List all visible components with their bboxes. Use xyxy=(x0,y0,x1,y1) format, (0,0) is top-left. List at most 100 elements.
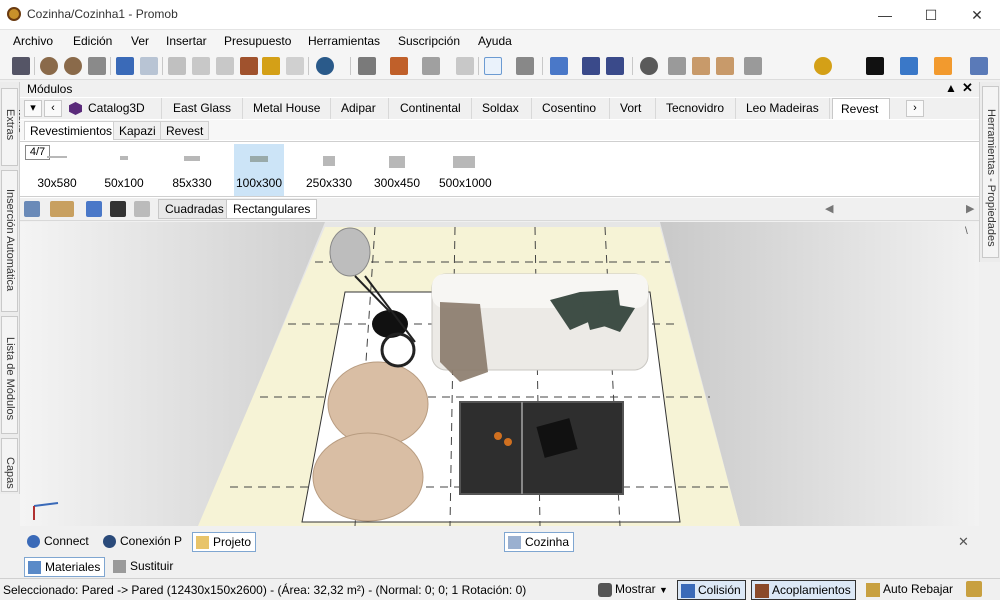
tab-herramientas-propiedades[interactable]: Herramientas - Propiedades xyxy=(982,86,999,258)
menu-herramientas[interactable]: Herramientas xyxy=(308,34,380,48)
trash-icon[interactable] xyxy=(456,57,474,75)
tab-conexion-p[interactable]: Conexión P xyxy=(100,532,186,552)
menu-presupuesto[interactable]: Presupuesto xyxy=(224,34,291,48)
tab-itens-extras[interactable]: Itens Extras xyxy=(1,88,28,166)
item-50x100[interactable]: 50x100 xyxy=(99,144,149,196)
ruler-icon[interactable] xyxy=(50,201,74,217)
view-front-icon[interactable] xyxy=(668,57,686,75)
layout-icon[interactable] xyxy=(970,57,988,75)
subtab-kapazi[interactable]: Kapazi xyxy=(113,121,162,140)
tabs-prev-icon[interactable]: ‹ xyxy=(44,100,62,117)
menu-suscripcion[interactable]: Suscripción xyxy=(398,34,460,48)
tab-insercion-automatica[interactable]: Inserción Automática xyxy=(1,170,18,312)
align-icon[interactable] xyxy=(390,57,408,75)
document-close-icon[interactable]: ✕ xyxy=(958,534,969,550)
auto-cut-icon xyxy=(866,583,880,597)
light-icon[interactable] xyxy=(814,57,832,75)
save-icon[interactable] xyxy=(12,57,30,75)
item-300x450[interactable]: 300x450 xyxy=(372,144,422,196)
binoculars-icon[interactable] xyxy=(110,201,126,217)
subtab-revestimientos[interactable]: Revestimientos xyxy=(24,121,119,140)
measure-icon[interactable] xyxy=(516,57,534,75)
tab-cosentino[interactable]: Cosentino xyxy=(534,98,610,119)
print-icon[interactable] xyxy=(88,57,106,75)
dimensions-icon[interactable] xyxy=(582,57,600,75)
tab-sustituir[interactable]: Sustituir xyxy=(110,557,177,577)
render-settings-icon[interactable] xyxy=(64,57,82,75)
delete-icon[interactable] xyxy=(286,57,304,75)
tab-rectangulares[interactable]: Rectangulares xyxy=(226,199,318,219)
maximize-icon[interactable]: ☐ xyxy=(908,0,954,30)
acoplamientos-toggle[interactable]: Acoplamientos xyxy=(751,580,856,600)
mostrar-button[interactable]: Mostrar ▼ xyxy=(595,580,672,600)
tab-cozinha[interactable]: Cozinha xyxy=(504,532,575,552)
tab-adipar[interactable]: Adipar xyxy=(333,98,389,119)
menu-ayuda[interactable]: Ayuda xyxy=(478,34,512,48)
tab-projeto[interactable]: Projeto xyxy=(192,532,257,552)
group-icon[interactable] xyxy=(358,57,376,75)
menu-insertar[interactable]: Insertar xyxy=(166,34,207,48)
selection-status: Seleccionado: Pared -> Pared (12430x150x… xyxy=(3,583,527,597)
budget-icon[interactable] xyxy=(316,57,334,75)
tab-tecnovidro[interactable]: Tecnovidro xyxy=(658,98,736,119)
paint-roller-icon[interactable] xyxy=(262,57,280,75)
subtab-revest[interactable]: Revest xyxy=(160,121,210,140)
auto-rebajar-button[interactable]: Auto Rebajar xyxy=(863,580,957,600)
tab-connect[interactable]: Connect xyxy=(24,532,93,552)
hammer-icon[interactable] xyxy=(240,57,258,75)
tab-leo-madeiras[interactable]: Leo Madeiras xyxy=(738,98,830,119)
scroll-right-icon[interactable]: ▶ xyxy=(966,202,974,215)
tab-soldax[interactable]: Soldax xyxy=(474,98,532,119)
tab-catalog3d[interactable]: Catalog3D xyxy=(64,98,162,119)
undo-icon[interactable] xyxy=(116,57,134,75)
tab-capas[interactable]: Capas xyxy=(1,438,18,492)
item-500x1000[interactable]: 500x1000 xyxy=(439,144,492,196)
menu-edicion[interactable]: Edición xyxy=(73,34,112,48)
chat-icon[interactable] xyxy=(900,57,918,75)
pin-icon[interactable]: ▲ xyxy=(945,81,957,95)
cut-icon[interactable] xyxy=(168,57,186,75)
tab-vort[interactable]: Vort xyxy=(612,98,656,119)
lock-icon[interactable] xyxy=(134,201,150,217)
tab-metal-house[interactable]: Metal House xyxy=(245,98,331,119)
paste-icon[interactable] xyxy=(216,57,234,75)
item-100x300[interactable]: 100x300 xyxy=(234,144,284,196)
select-cursor-icon[interactable] xyxy=(484,57,502,75)
item-30x580[interactable]: 30x580 xyxy=(32,144,82,196)
tab-continental[interactable]: Continental xyxy=(392,98,472,119)
tools-icon[interactable] xyxy=(966,581,982,597)
close-icon[interactable]: ✕ xyxy=(954,0,1000,30)
user-icon[interactable] xyxy=(934,57,952,75)
3d-icon[interactable] xyxy=(606,57,624,75)
navigate-icon[interactable] xyxy=(866,57,884,75)
3d-viewport[interactable]: \ xyxy=(20,222,979,526)
tabs-dropdown-icon[interactable]: ▾ xyxy=(24,100,42,117)
filter-icon[interactable] xyxy=(24,201,40,217)
scroll-left-icon[interactable]: ◀ xyxy=(825,202,833,215)
import-icon[interactable] xyxy=(86,201,102,217)
layers-icon[interactable] xyxy=(550,57,568,75)
tab-revest[interactable]: Revest xyxy=(832,98,890,119)
view-right-icon[interactable] xyxy=(716,57,734,75)
tabs-next-icon[interactable]: › xyxy=(906,100,924,117)
tab-cuadradas[interactable]: Cuadradas xyxy=(158,199,231,219)
view-left-icon[interactable] xyxy=(692,57,710,75)
item-85x330[interactable]: 85x330 xyxy=(167,144,217,196)
tab-materiales[interactable]: Materiales xyxy=(24,557,106,577)
room-scene xyxy=(20,222,979,526)
menu-archivo[interactable]: Archivo xyxy=(13,34,53,48)
colision-toggle[interactable]: Colisión xyxy=(677,580,746,600)
eye-icon[interactable] xyxy=(640,57,658,75)
item-250x330[interactable]: 250x330 xyxy=(304,144,354,196)
tab-lista-de-modulos[interactable]: Lista de Módulos xyxy=(1,316,18,434)
minimize-icon[interactable]: — xyxy=(862,0,908,30)
menu-ver[interactable]: Ver xyxy=(131,34,149,48)
tab-east-glass[interactable]: East Glass xyxy=(165,98,243,119)
copy-icon[interactable] xyxy=(192,57,210,75)
render-icon[interactable] xyxy=(40,57,58,75)
panel-close-icon[interactable]: ✕ xyxy=(962,80,973,96)
shape-icon[interactable] xyxy=(422,57,440,75)
redo-icon[interactable] xyxy=(140,57,158,75)
catalog3d-icon xyxy=(69,102,82,115)
view-iso-icon[interactable] xyxy=(744,57,762,75)
